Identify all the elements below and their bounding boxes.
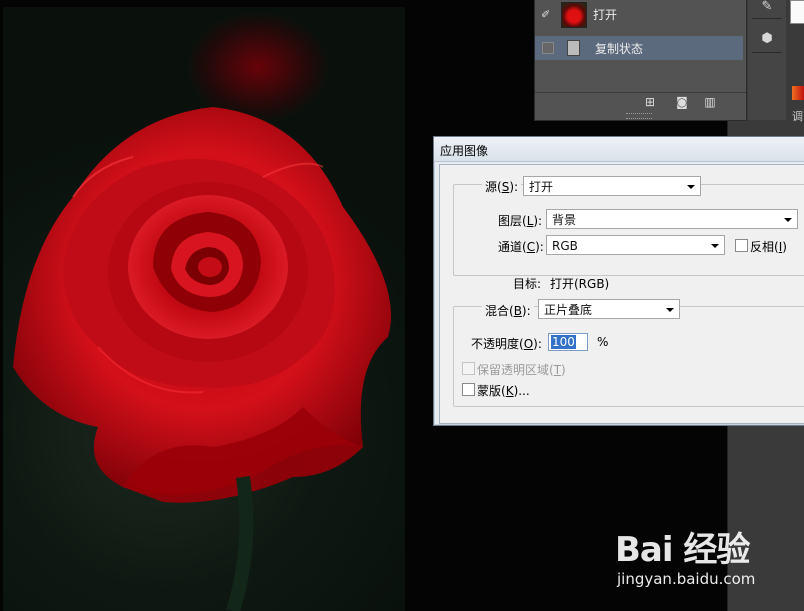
history-brush-icon[interactable]: ✐ <box>541 8 555 21</box>
layer-select-value: 背景 <box>552 213 577 227</box>
blending-select[interactable]: 正片叠底 <box>538 299 680 319</box>
mask-checkbox[interactable] <box>462 383 475 396</box>
channel-select-value: RGB <box>552 239 578 253</box>
dialog-title: 应用图像 <box>440 144 489 158</box>
snapshot-thumbnail <box>561 2 587 28</box>
layer-select[interactable]: 背景 <box>546 209 798 229</box>
apply-image-dialog: 应用图像 源(S): 打开 图层(L): 背景 通道(C): RGB 反相(I)… <box>433 136 804 426</box>
mask-label: 蒙版(K)... <box>477 384 530 398</box>
blending-label: 混合(B): <box>482 302 534 319</box>
panel-resize-grip[interactable] <box>626 113 652 119</box>
target-value: 打开(RGB) <box>550 277 610 291</box>
channel-label: 通道(C): <box>498 240 544 254</box>
camera-icon[interactable]: ◙ <box>674 95 690 109</box>
image-canvas[interactable] <box>3 7 405 611</box>
watermark-logo: Bai 经验 <box>615 530 750 570</box>
preserve-transparency-label: 保留透明区域(T) <box>477 363 566 377</box>
rose-image <box>13 107 391 611</box>
source-label: 源(S): <box>482 178 522 195</box>
dialog-titlebar[interactable]: 应用图像 <box>434 137 804 162</box>
history-state-row[interactable]: 复制状态 <box>535 36 743 60</box>
chevron-down-icon <box>784 218 792 222</box>
history-checkbox[interactable] <box>542 42 554 54</box>
opacity-value-selected: 100 <box>551 335 576 349</box>
chevron-down-icon <box>711 244 719 248</box>
chevron-down-icon <box>666 308 674 312</box>
invert-checkbox[interactable] <box>735 239 748 252</box>
separator <box>752 18 782 19</box>
chevron-down-icon <box>687 185 695 189</box>
3d-cube-icon[interactable]: ⬢ <box>756 30 778 48</box>
brush-preset-icon[interactable]: ✎ <box>756 0 778 16</box>
source-group <box>453 184 804 276</box>
new-document-icon[interactable]: ⊞ <box>642 95 658 109</box>
history-snapshot-row[interactable]: ✐ 打开 <box>535 2 743 28</box>
history-row-label: 打开 <box>593 8 618 22</box>
invert-label: 反相(I) <box>750 240 787 254</box>
baidu-jingyan-watermark: Bai 经验 jingyan.baidu.com <box>615 522 765 592</box>
preserve-transparency-checkbox[interactable] <box>462 362 475 375</box>
opacity-unit: % <box>597 335 609 349</box>
color-swatch-white[interactable] <box>790 0 804 24</box>
trash-icon[interactable]: ▥ <box>702 95 718 109</box>
adjustments-tab-icon[interactable]: 调 <box>792 108 804 128</box>
opacity-input[interactable]: 100 <box>548 333 588 351</box>
target-label: 目标: <box>513 277 542 291</box>
opacity-label: 不透明度(O): <box>471 337 542 351</box>
gradient-swatch[interactable] <box>792 86 804 100</box>
dialog-body: 源(S): 打开 图层(L): 背景 通道(C): RGB 反相(I) 目标: … <box>439 164 804 424</box>
separator <box>752 52 782 53</box>
source-select-value: 打开 <box>529 180 554 194</box>
source-select[interactable]: 打开 <box>523 176 701 196</box>
document-icon <box>567 40 580 56</box>
layer-label: 图层(L): <box>498 214 543 228</box>
watermark-url: jingyan.baidu.com <box>617 570 756 588</box>
channel-select[interactable]: RGB <box>546 235 725 255</box>
history-row-label: 复制状态 <box>595 42 644 56</box>
blending-select-value: 正片叠底 <box>544 303 593 317</box>
